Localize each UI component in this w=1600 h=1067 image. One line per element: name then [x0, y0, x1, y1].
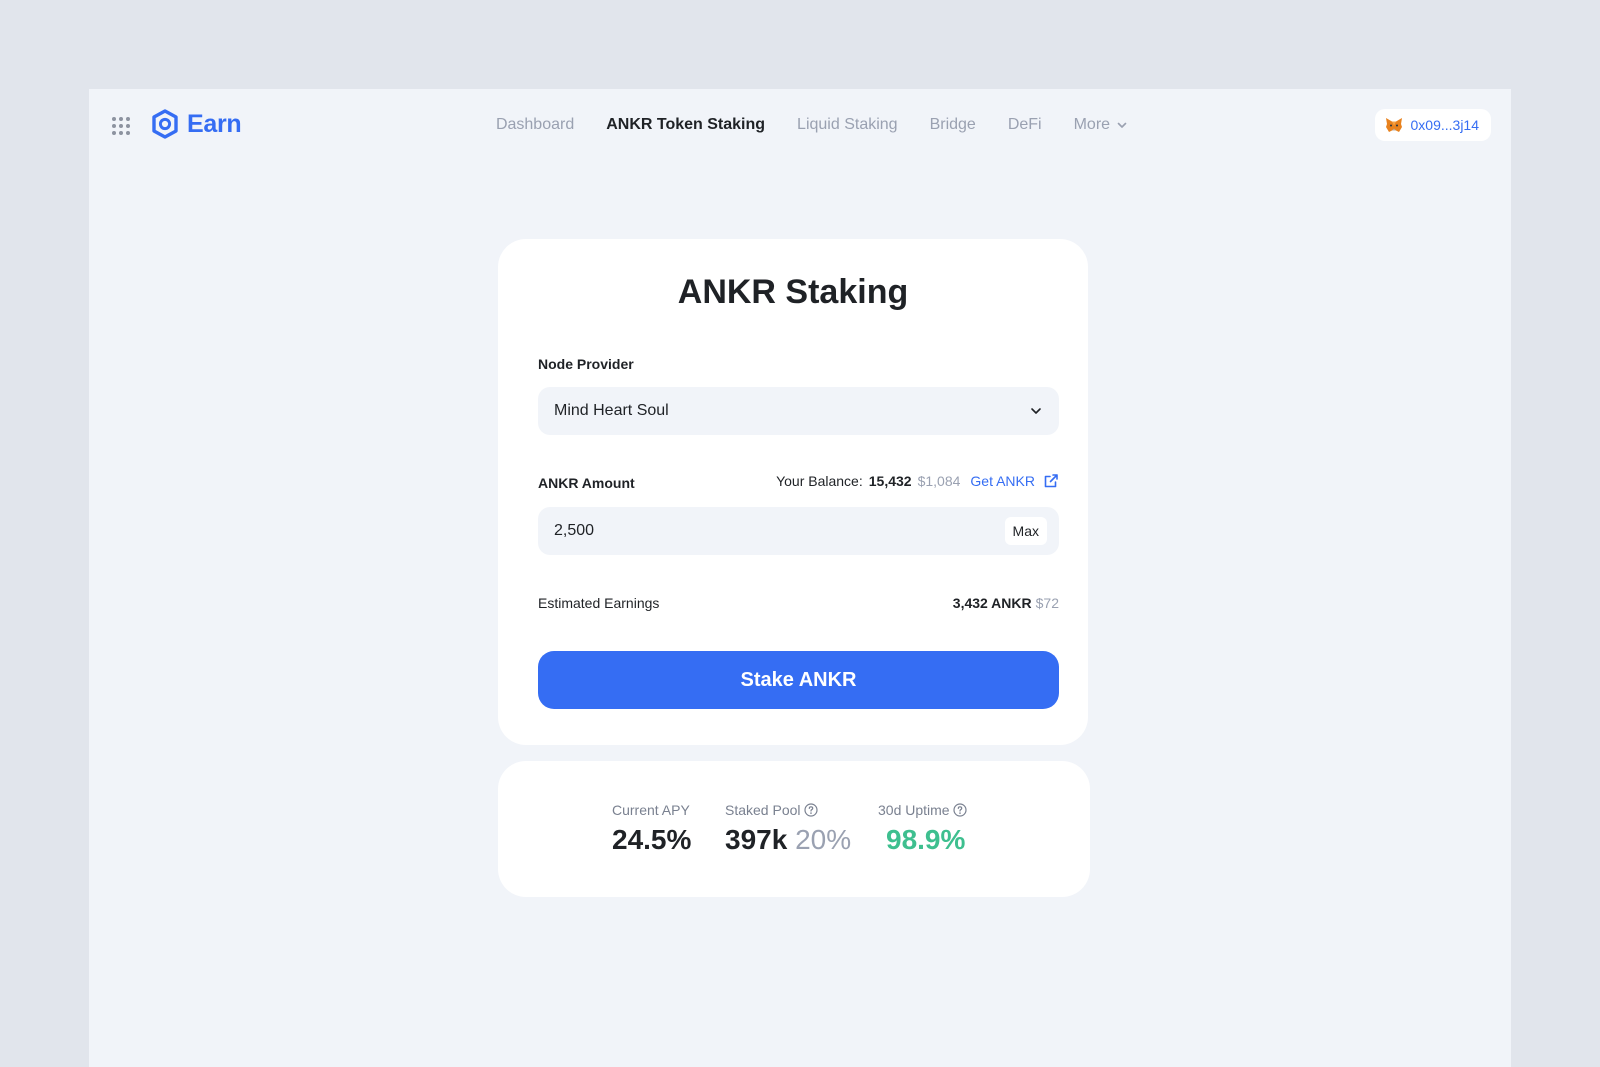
- pool-label: Staked Pool: [725, 801, 851, 819]
- balance-row: Your Balance: 15,432 $1,084 Get ANKR: [776, 473, 1059, 489]
- staking-card: ANKR Staking Node Provider Mind Heart So…: [498, 239, 1088, 745]
- nav-defi[interactable]: DeFi: [1008, 113, 1042, 137]
- apy-label-text: Current APY: [612, 802, 690, 818]
- nav-more[interactable]: More: [1074, 113, 1128, 137]
- nav-liquid-staking[interactable]: Liquid Staking: [797, 113, 898, 137]
- node-provider-select[interactable]: Mind Heart Soul: [538, 387, 1059, 435]
- main-nav: Dashboard ANKR Token Staking Liquid Stak…: [89, 113, 1511, 137]
- uptime-label: 30d Uptime: [878, 801, 967, 819]
- metamask-fox-icon: [1385, 118, 1402, 132]
- help-icon[interactable]: [803, 803, 818, 817]
- page-title: ANKR Staking: [677, 273, 909, 311]
- wallet-address: 0x09...3j14: [1410, 117, 1480, 133]
- external-link-icon: [1044, 474, 1058, 488]
- pool-percent: 20%: [795, 824, 852, 855]
- pool-value-row: 397k 20%: [725, 823, 851, 857]
- max-button[interactable]: Max: [1004, 517, 1047, 545]
- chevron-down-icon: [1031, 408, 1041, 414]
- balance-usd: $1,084: [917, 473, 961, 489]
- apy-value: 24.5%: [612, 824, 692, 855]
- estimated-earnings-label: Estimated Earnings: [538, 595, 660, 611]
- nav-more-label: More: [1073, 116, 1111, 133]
- ankr-amount-input[interactable]: [538, 507, 978, 555]
- nav-dashboard[interactable]: Dashboard: [496, 113, 574, 137]
- estimated-earnings: 3,432 ANKR $72: [953, 595, 1059, 611]
- stats-card: Current APY 24.5% Staked Pool 397k 20% 3…: [498, 761, 1090, 897]
- pool-label-text: Staked Pool: [725, 802, 801, 818]
- node-provider-value: Mind Heart Soul: [554, 402, 669, 419]
- stat-uptime: 30d Uptime 98.9%: [878, 801, 967, 857]
- node-provider-label: Node Provider: [538, 356, 634, 372]
- apy-label: Current APY: [612, 801, 691, 819]
- uptime-label-text: 30d Uptime: [878, 802, 950, 818]
- stake-ankr-button[interactable]: Stake ANKR: [538, 651, 1059, 709]
- get-ankr-label: Get ANKR: [970, 473, 1035, 489]
- wallet-button[interactable]: 0x09...3j14: [1374, 109, 1491, 141]
- stat-staked-pool: Staked Pool 397k 20%: [725, 801, 851, 857]
- estimated-earnings-value: 3,432 ANKR: [952, 595, 1032, 611]
- ankr-amount-label: ANKR Amount: [538, 475, 635, 491]
- pool-value: 397k: [725, 824, 788, 855]
- ankr-amount-field: Max: [538, 507, 1059, 555]
- nav-bridge[interactable]: Bridge: [930, 113, 976, 137]
- stat-current-apy: Current APY 24.5%: [612, 801, 691, 857]
- get-ankr-link[interactable]: Get ANKR: [970, 473, 1059, 489]
- uptime-value: 98.9%: [886, 824, 966, 855]
- app-window: Earn Dashboard ANKR Token Staking Liquid…: [89, 89, 1511, 1067]
- chevron-down-icon: [1117, 122, 1127, 128]
- nav-ankr-token-staking[interactable]: ANKR Token Staking: [606, 113, 765, 137]
- balance-label: Your Balance:: [776, 473, 863, 489]
- help-icon[interactable]: [952, 803, 967, 817]
- top-bar: Earn Dashboard ANKR Token Staking Liquid…: [89, 89, 1511, 161]
- estimated-earnings-usd: $72: [1035, 595, 1059, 611]
- balance-value: 15,432: [868, 473, 912, 489]
